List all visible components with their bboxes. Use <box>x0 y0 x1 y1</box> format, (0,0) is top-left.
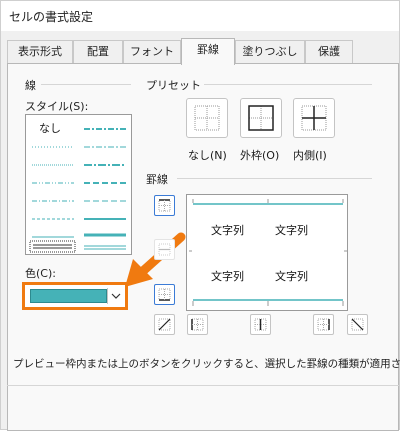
preset-outline-button[interactable] <box>240 98 282 138</box>
border-bottom-button[interactable] <box>154 284 175 305</box>
border-inside-horizontal-button[interactable] <box>154 239 175 260</box>
preset-none-button[interactable] <box>186 98 228 138</box>
title-bar: セルの書式設定 <box>1 1 399 31</box>
window-title: セルの書式設定 <box>9 10 94 24</box>
border-group-label: 罫線 <box>146 173 168 186</box>
tab-alignment[interactable]: 配置 <box>73 40 123 64</box>
presets-group-separator <box>204 84 372 85</box>
border-right-icon <box>317 318 330 331</box>
border-diagonal-up-button[interactable] <box>154 314 175 335</box>
border-outline-icon <box>248 105 274 131</box>
format-cells-dialog: セルの書式設定 表示形式 配置 フォント 罫線 塗りつぶし 保護 線 スタイル(… <box>0 0 400 431</box>
line-style-samples <box>29 128 126 253</box>
border-inside-horizontal-icon <box>158 243 171 256</box>
panel-bottom-separator <box>7 385 399 386</box>
border-group-separator <box>177 178 372 179</box>
border-bottom-icon <box>158 288 171 301</box>
border-diagonal-down-button[interactable] <box>347 314 368 335</box>
preset-outline-label: 外枠(O) <box>240 149 280 162</box>
hint-text: プレビュー枠内または上のボタンをクリックすると、選択した罫線の種類が適用されます <box>13 358 400 370</box>
line-group-label: 線 <box>25 79 36 92</box>
presets-group-label: プリセット <box>146 79 201 92</box>
border-right-button[interactable] <box>313 314 334 335</box>
tab-border[interactable]: 罫線 <box>181 38 235 65</box>
border-left-icon <box>191 318 204 331</box>
border-inside-icon <box>301 105 327 131</box>
preview-guides <box>189 199 347 306</box>
tab-fill[interactable]: 塗りつぶし <box>235 40 305 64</box>
style-label: スタイル(S): <box>25 100 89 113</box>
tab-font[interactable]: フォント <box>123 40 181 64</box>
diagonal-down-icon <box>351 318 364 331</box>
tab-strip: 表示形式 配置 フォント 罫線 塗りつぶし 保護 <box>7 38 399 65</box>
preset-inside-label: 内側(I) <box>293 149 327 162</box>
border-inside-vertical-icon <box>254 318 267 331</box>
border-left-button[interactable] <box>187 314 208 335</box>
color-picker[interactable] <box>22 282 128 310</box>
preset-none-label: なし(N) <box>188 149 227 162</box>
border-none-icon <box>194 105 220 131</box>
preview-cell-text: 文字列 <box>211 270 244 283</box>
tab-number-format[interactable]: 表示形式 <box>7 40 73 64</box>
border-top-icon <box>158 199 171 212</box>
preview-cell-text: 文字列 <box>275 224 308 237</box>
diagonal-up-icon <box>158 318 171 331</box>
preview-cell-text: 文字列 <box>211 224 244 237</box>
preview-cell-text: 文字列 <box>275 270 308 283</box>
preset-inside-button[interactable] <box>293 98 335 138</box>
line-style-list[interactable]: なし <box>25 114 132 255</box>
tab-protection[interactable]: 保護 <box>305 40 353 64</box>
color-label: 色(C): <box>25 267 56 280</box>
line-group-separator <box>41 84 131 85</box>
border-preview[interactable]: 文字列 文字列 文字列 文字列 <box>186 194 348 311</box>
border-inside-vertical-button[interactable] <box>250 314 271 335</box>
color-swatch <box>30 289 107 303</box>
border-top-button[interactable] <box>154 195 175 216</box>
